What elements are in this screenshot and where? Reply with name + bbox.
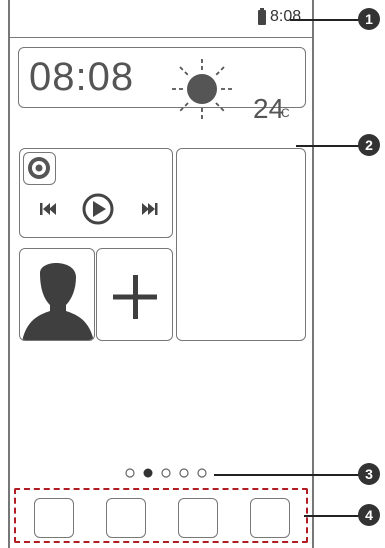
music-controls — [40, 193, 158, 225]
callout-badge-1: 1 — [358, 8, 380, 30]
page-dot-active[interactable] — [143, 468, 153, 478]
play-icon[interactable] — [82, 193, 114, 225]
status-time: 8:08 — [270, 8, 302, 25]
callout-line-4 — [304, 515, 366, 517]
callout-line-2 — [296, 145, 366, 147]
battery-icon — [258, 8, 266, 25]
music-widget[interactable] — [19, 148, 173, 238]
status-bar: 8:08 — [10, 0, 312, 38]
person-silhouette-icon — [22, 262, 94, 340]
dock-slot[interactable] — [34, 498, 74, 538]
temperature-unit: C — [281, 106, 290, 120]
page-dot[interactable] — [179, 468, 189, 478]
clock-time: 08:08 — [29, 55, 135, 99]
callout-badge-3: 3 — [358, 463, 380, 485]
sun-icon — [172, 59, 232, 119]
dock-slot[interactable] — [178, 498, 218, 538]
page-indicator[interactable] — [124, 467, 216, 479]
add-widget[interactable] — [96, 248, 173, 341]
callout-line-3 — [214, 474, 366, 476]
callout-badge-4: 4 — [358, 504, 380, 526]
blank-widget[interactable] — [176, 148, 306, 341]
dock — [14, 488, 308, 543]
page-dot[interactable] — [161, 468, 171, 478]
phone-screen: 8:08 08:08 24 C — [8, 0, 314, 548]
plus-icon — [113, 275, 157, 319]
callout-badge-2: 2 — [358, 134, 380, 156]
clock-weather-widget[interactable]: 08:08 24 C — [18, 47, 306, 124]
dock-slot[interactable] — [250, 498, 290, 538]
page-dot[interactable] — [197, 468, 207, 478]
previous-track-icon[interactable] — [40, 203, 56, 215]
page-dot[interactable] — [125, 468, 135, 478]
next-track-icon[interactable] — [142, 203, 158, 215]
contact-widget[interactable] — [19, 248, 95, 341]
callout-line-1 — [290, 19, 366, 21]
temperature: 24 — [253, 93, 285, 124]
dock-slot[interactable] — [106, 498, 146, 538]
disc-icon[interactable] — [23, 152, 56, 185]
